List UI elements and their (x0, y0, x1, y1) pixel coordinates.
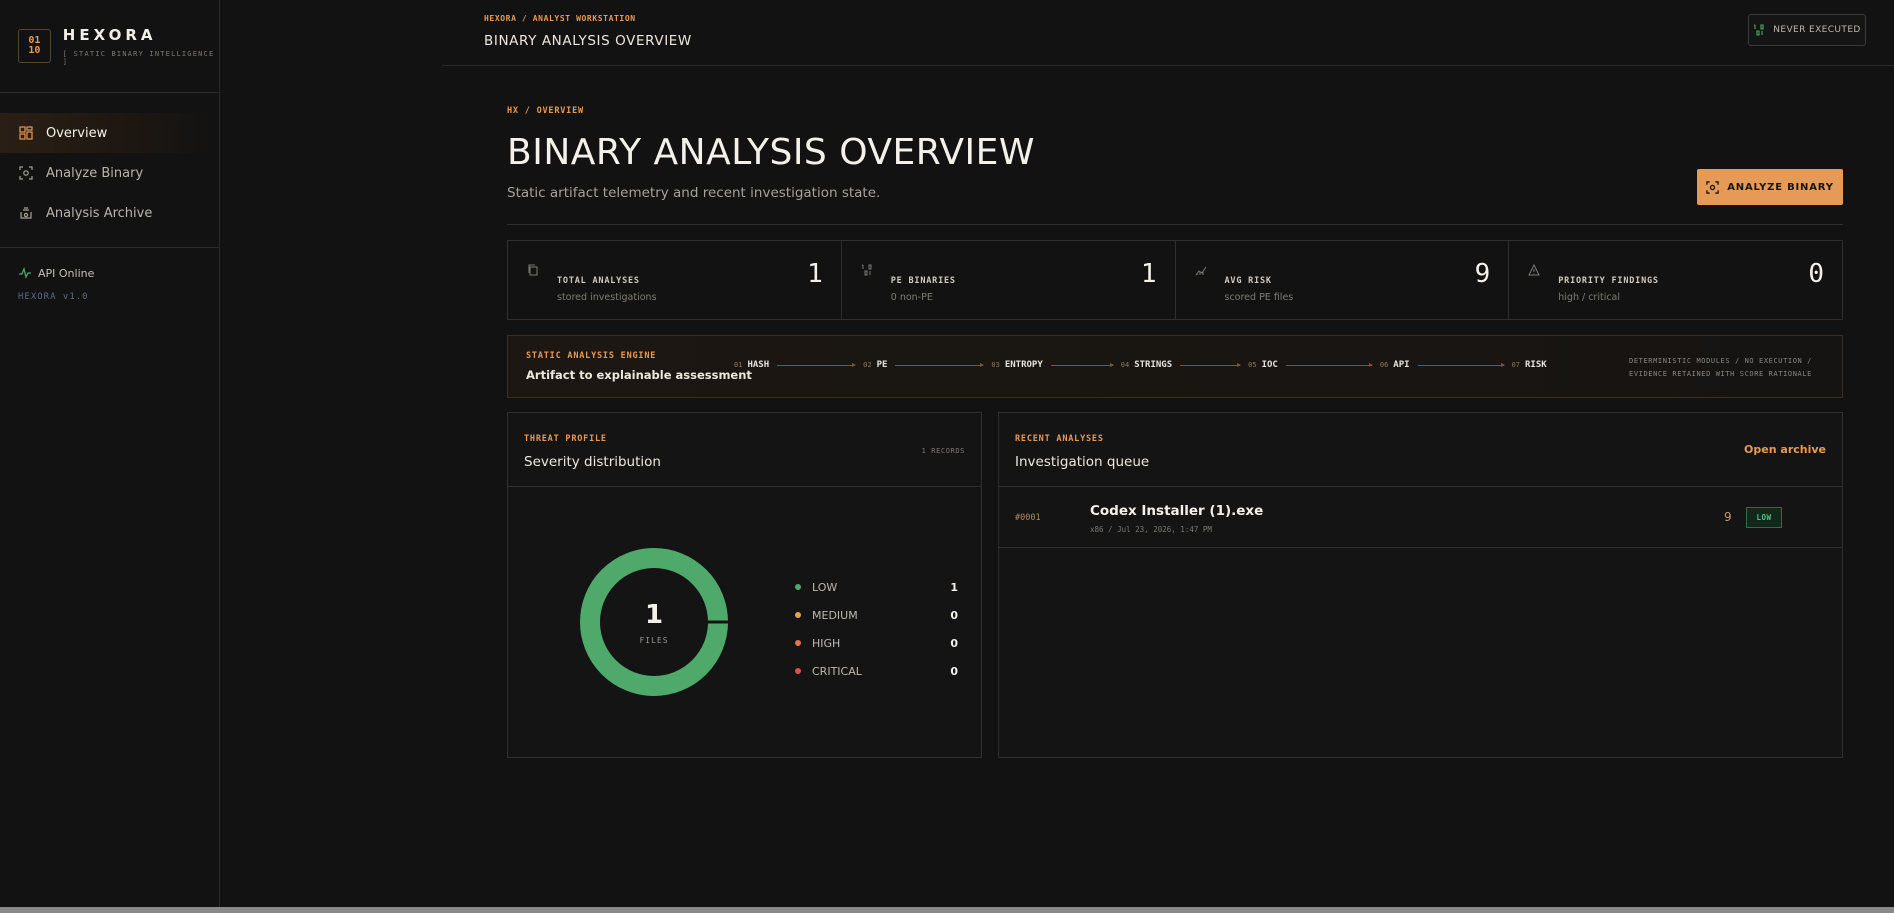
warning-icon (1528, 261, 1541, 276)
copy-icon (527, 261, 539, 276)
brand-name: HEXORA (62, 26, 157, 44)
page-subtitle: Static artifact telemetry and recent inv… (507, 185, 881, 201)
execution-status-label: NEVER EXECUTED (1773, 25, 1861, 35)
pipeline-step-risk: 07 RISK (1511, 360, 1547, 370)
sidebar-item-analysis-archive[interactable]: Analysis Archive (0, 193, 219, 233)
stat-pe-binaries: PE BINARIES 0 non-PE 1 (842, 241, 1176, 319)
severity-donut-chart: 1 FILES (580, 548, 728, 696)
pipeline-arrow (895, 362, 985, 367)
sidebar-item-analyze-binary[interactable]: Analyze Binary (0, 153, 219, 193)
grid-icon (18, 125, 34, 141)
stats-row: TOTAL ANALYSES stored investigations 1 P… (507, 240, 1843, 320)
api-status: API Online (18, 266, 201, 280)
status-block: API Online HEXORA v1.0 (0, 248, 219, 320)
stat-sub: scored PE files (1224, 292, 1294, 303)
stat-value: 0 (1808, 259, 1824, 289)
bottom-scrollbar[interactable] (0, 907, 1894, 913)
donut-label: FILES (639, 635, 669, 645)
binary-icon (861, 261, 873, 276)
legend-dot (795, 584, 801, 590)
chart-icon (1195, 261, 1207, 276)
pipeline-step-entropy: 03 ENTROPY (991, 360, 1120, 370)
analysis-filename: Codex Installer (1).exe (1090, 503, 1264, 519)
recent-kicker: RECENT ANALYSES (1015, 434, 1104, 444)
brand-logo: 01 10 (18, 29, 51, 63)
stat-total-analyses: TOTAL ANALYSES stored investigations 1 (508, 241, 842, 319)
pipeline-arrow (777, 362, 857, 367)
stat-label: AVG RISK (1224, 276, 1272, 286)
legend-dot (795, 612, 801, 618)
legend-dot (795, 640, 801, 646)
analysis-id: #0001 (1015, 513, 1041, 523)
threat-title: Severity distribution (524, 454, 661, 470)
legend-item-low: LOW 1 (795, 573, 958, 601)
recent-title: Investigation queue (1015, 454, 1150, 470)
pipeline-arrow (1285, 362, 1373, 367)
stat-label: PE BINARIES (890, 276, 956, 286)
threat-kicker: THREAT PROFILE (524, 434, 607, 444)
pipeline-step-pe: 02 PE (863, 360, 991, 370)
records-count: 1 RECORDS (921, 447, 965, 455)
pipeline-arrow (1180, 362, 1242, 367)
divider (507, 224, 1843, 225)
stat-sub: stored investigations (557, 292, 657, 303)
pipeline-step-strings: 04 STRINGS (1121, 360, 1248, 370)
sidebar-nav: Overview Analyze Binary Analysis Archive (0, 93, 219, 248)
pipeline-step-api: 06 API (1380, 360, 1512, 370)
stat-sub: high / critical (1558, 292, 1621, 303)
analyze-binary-label: ANALYZE BINARY (1727, 181, 1834, 193)
risk-score: 9 (1724, 510, 1732, 524)
breadcrumb: HX / OVERVIEW (507, 106, 584, 116)
pipeline-step-ioc: 05 IOC (1248, 360, 1380, 370)
legend-item-critical: CRITICAL 0 (795, 657, 958, 685)
donut-count: 1 (644, 599, 664, 630)
stat-value: 1 (807, 259, 823, 289)
threat-profile-panel: THREAT PROFILE Severity distribution 1 R… (507, 412, 982, 758)
top-title: BINARY ANALYSIS OVERVIEW (484, 33, 692, 49)
stat-label: TOTAL ANALYSES (557, 276, 640, 286)
engine-note: DETERMINISTIC MODULES / NO EXECUTION / E… (1629, 357, 1812, 378)
legend-dot (795, 668, 801, 674)
list-item[interactable]: #0001 Codex Installer (1).exe x86 / Jul … (999, 487, 1842, 548)
pulse-icon (18, 266, 32, 280)
brand-tagline: [ STATIC BINARY INTELLIGENCE ] (62, 50, 215, 66)
severity-badge: LOW (1746, 507, 1782, 528)
recent-analyses-panel: RECENT ANALYSES Investigation queue Open… (998, 412, 1843, 758)
legend-item-high: HIGH 0 (795, 629, 958, 657)
sidebar-item-overview[interactable]: Overview (0, 113, 219, 153)
scan-icon (18, 165, 34, 181)
legend-item-medium: MEDIUM 0 (795, 601, 958, 629)
stat-sub: 0 non-PE (890, 292, 933, 303)
pipeline-arrow (1050, 362, 1114, 367)
archive-icon (18, 205, 34, 221)
analysis-engine-banner: STATIC ANALYSIS ENGINE Artifact to expla… (507, 335, 1843, 398)
execution-status-button[interactable]: NEVER EXECUTED (1748, 14, 1866, 46)
topbar: HEXORA / ANALYST WORKSTATION BINARY ANAL… (442, 0, 1894, 66)
analyze-binary-button[interactable]: ANALYZE BINARY (1697, 169, 1843, 205)
stat-priority-findings: PRIORITY FINDINGS high / critical 0 (1509, 241, 1842, 319)
severity-legend: LOW 1 MEDIUM 0 HIGH 0 CRITICAL 0 (795, 573, 958, 685)
binary-icon (1753, 24, 1765, 36)
stat-value: 1 (1140, 259, 1157, 289)
engine-subtitle: Artifact to explainable assessment (526, 368, 752, 382)
page-title: BINARY ANALYSIS OVERVIEW (507, 132, 1035, 173)
sidebar: 01 10 HEXORA [ STATIC BINARY INTELLIGENCE… (0, 0, 220, 907)
stat-value: 9 (1474, 259, 1491, 289)
version-label: HEXORA v1.0 (18, 292, 89, 302)
open-archive-link[interactable]: Open archive (1744, 443, 1826, 456)
pipeline: 01 HASH 02 PE 03 ENTROPY 04 STRINGS 05 I… (734, 360, 1547, 370)
scan-icon (1706, 180, 1719, 194)
sidebar-item-label: Overview (46, 125, 108, 141)
analysis-meta: x86 / Jul 23, 2026, 1:47 PM (1090, 525, 1212, 534)
sidebar-item-label: Analyze Binary (46, 165, 144, 181)
brand[interactable]: 01 10 HEXORA [ STATIC BINARY INTELLIGENCE… (0, 0, 219, 93)
api-status-label: API Online (38, 266, 95, 280)
stat-avg-risk: AVG RISK scored PE files 9 (1176, 241, 1510, 319)
engine-title: STATIC ANALYSIS ENGINE (526, 351, 657, 361)
sidebar-item-label: Analysis Archive (46, 205, 153, 221)
pipeline-arrow (1417, 362, 1505, 367)
stat-label: PRIORITY FINDINGS (1558, 276, 1659, 286)
pipeline-step-hash: 01 HASH (734, 360, 863, 370)
top-breadcrumb: HEXORA / ANALYST WORKSTATION (484, 14, 636, 23)
